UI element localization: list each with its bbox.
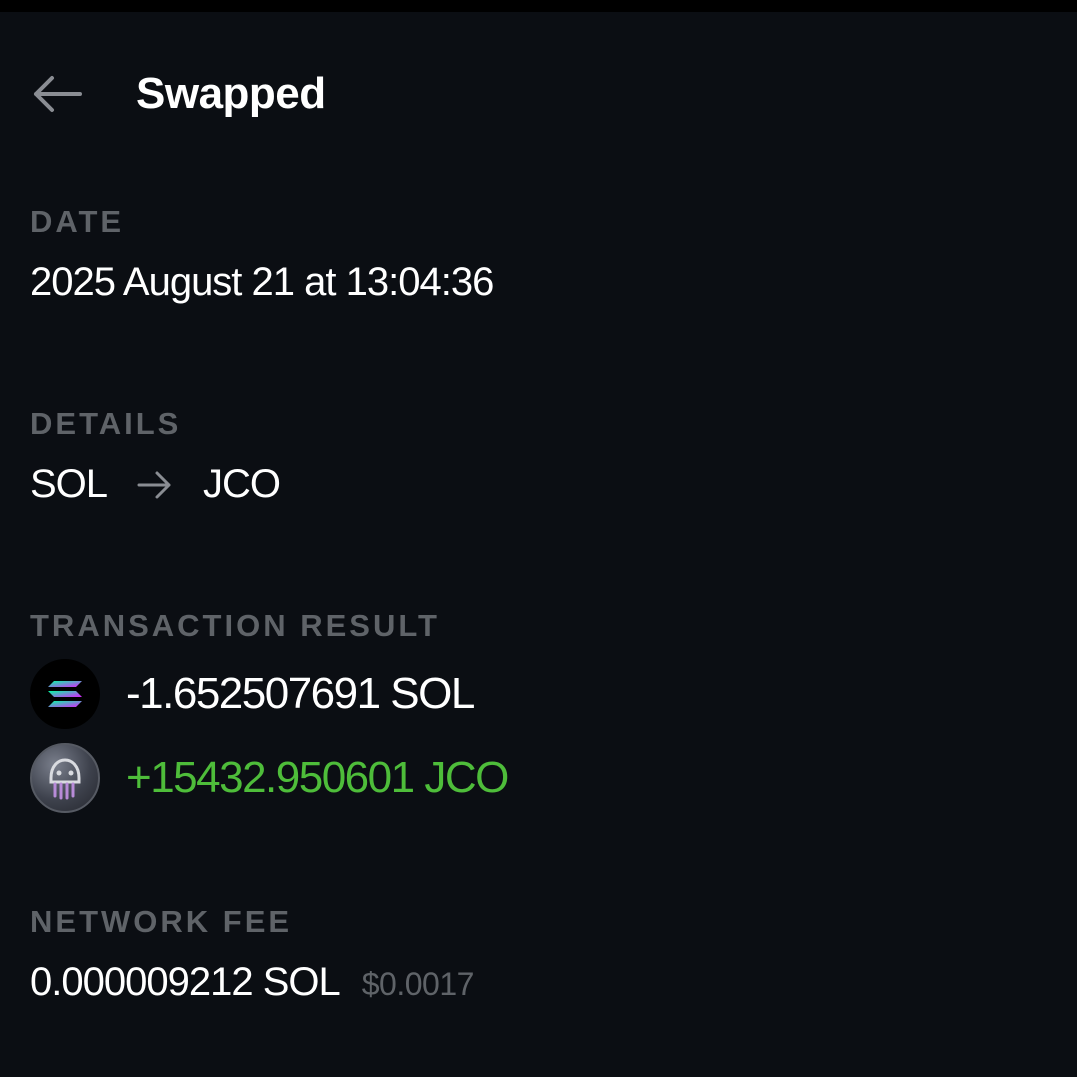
network-fee-section: NETWORK FEE 0.000009212 SOL $0.0017: [30, 904, 474, 1005]
details-label: DETAILS: [30, 406, 182, 441]
transaction-detail-screen: Swapped DATE 2025 August 21 at 13:04:36 …: [0, 12, 1077, 1077]
date-label: DATE: [30, 204, 125, 239]
details-row: SOL JCO: [30, 462, 281, 507]
transaction-result-label: TRANSACTION RESULT: [30, 608, 440, 643]
fee-usd-value: $0.0017: [361, 966, 475, 1002]
date-value: 2025 August 21 at 13:04:36: [30, 260, 494, 304]
fee-amount: 0.000009212 SOL: [30, 960, 341, 1004]
result-row-sol: -1.652507691 SOL: [30, 658, 508, 730]
sol-amount: -1.652507691 SOL: [126, 669, 475, 718]
network-fee-label: NETWORK FEE: [30, 904, 293, 939]
back-button[interactable]: [30, 68, 88, 120]
arrow-right-icon: [137, 470, 173, 500]
fee-row: 0.000009212 SOL $0.0017: [30, 960, 474, 1005]
date-section: DATE 2025 August 21 at 13:04:36: [30, 204, 494, 305]
jco-token-icon: [30, 743, 100, 813]
header: Swapped: [30, 68, 326, 120]
arrow-left-icon: [34, 76, 82, 112]
solana-token-icon: [30, 659, 100, 729]
details-section: DETAILS SOL JCO: [30, 406, 281, 507]
result-list: -1.652507691 SOL +15432.950601 JCO: [30, 658, 509, 814]
result-row-jco: +15432.950601 JCO: [30, 742, 509, 814]
transaction-result-section: TRANSACTION RESULT -1.652507691 SOL +154…: [30, 608, 509, 814]
to-token: JCO: [203, 462, 281, 506]
from-token: SOL: [30, 462, 108, 506]
jco-amount: +15432.950601 JCO: [126, 753, 509, 802]
page-title: Swapped: [136, 69, 326, 118]
